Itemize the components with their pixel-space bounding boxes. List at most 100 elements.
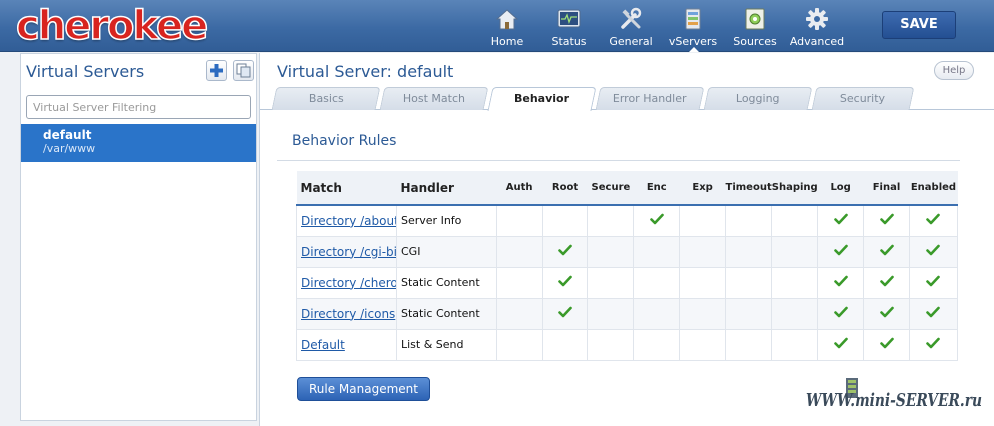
enabled-cell[interactable] <box>908 266 959 299</box>
server-list-item[interactable]: default /var/www <box>21 124 256 162</box>
root-cell <box>541 204 589 237</box>
log-cell[interactable] <box>817 204 865 237</box>
log-cell[interactable] <box>817 297 865 330</box>
shaping-cell <box>771 266 819 299</box>
table-row[interactable]: Default List & Send <box>296 328 959 361</box>
check-icon <box>879 337 894 349</box>
secure-cell <box>587 235 635 268</box>
handler-cell: Server Info <box>396 204 497 237</box>
auth-cell <box>495 297 543 330</box>
check-icon <box>926 213 941 225</box>
server-filter-input[interactable] <box>26 95 251 119</box>
final-cell[interactable] <box>863 235 910 268</box>
handler-cell: Static Content <box>396 297 497 330</box>
tab-behavior[interactable]: Behavior <box>487 87 597 111</box>
rule-match-link[interactable]: Directory /about <box>301 214 396 228</box>
check-icon <box>926 275 941 287</box>
nav-home[interactable]: Home <box>476 0 538 52</box>
enabled-cell[interactable] <box>908 204 959 237</box>
top-bar: cherokee Home Status General vServers So… <box>0 0 994 52</box>
cherokee-logo[interactable]: cherokee <box>15 3 209 49</box>
timeout-cell <box>725 204 773 237</box>
server-name: default <box>43 128 92 142</box>
server-path: /var/www <box>43 142 96 155</box>
status-monitor-icon <box>557 9 581 28</box>
check-icon <box>926 244 941 256</box>
tab-basics[interactable]: Basics <box>271 87 381 110</box>
nav-status[interactable]: Status <box>538 0 600 52</box>
check-icon <box>649 213 664 225</box>
auth-cell <box>495 266 543 299</box>
handler-cell: List & Send <box>396 328 497 361</box>
enabled-cell[interactable] <box>908 235 959 268</box>
clone-server-button[interactable] <box>233 60 254 81</box>
enabled-cell[interactable] <box>908 297 959 330</box>
table-row[interactable]: Directory /cherokee_themesStatic Content <box>296 266 959 299</box>
timeout-cell <box>725 235 773 268</box>
exp-cell <box>679 235 727 268</box>
exp-cell <box>679 204 727 237</box>
match-cell: Default <box>296 328 397 361</box>
tab-error-handler[interactable]: Error Handler <box>595 87 705 110</box>
enabled-cell[interactable] <box>908 328 959 361</box>
nav-general[interactable]: General <box>600 0 662 52</box>
add-server-button[interactable] <box>206 60 227 81</box>
column-header: Final <box>863 171 910 206</box>
rule-management-button[interactable]: Rule Management <box>297 377 430 401</box>
match-cell: Directory /cherokee_themes <box>296 266 397 299</box>
sources-icon <box>745 8 765 30</box>
timeout-cell <box>725 297 773 330</box>
table-row[interactable]: Directory /about Server Info <box>296 204 959 237</box>
sidebar-title: Virtual Servers <box>26 62 145 81</box>
behavior-rules-table: Match Handler Auth Root Secure Enc Exp T… <box>296 171 959 361</box>
column-header: Handler <box>396 171 497 206</box>
secure-cell <box>587 328 635 361</box>
tab-bar: Basics Host Match Behavior Error Handler… <box>260 87 994 111</box>
nav-vservers[interactable]: vServers <box>662 0 724 52</box>
final-cell[interactable] <box>863 204 910 237</box>
rule-match-link[interactable]: Default <box>301 338 345 352</box>
log-cell[interactable] <box>817 235 865 268</box>
check-icon <box>879 306 894 318</box>
check-icon <box>833 306 848 318</box>
exp-cell <box>679 328 727 361</box>
main-panel: Virtual Server: default Help Basics Host… <box>259 53 994 426</box>
tab-security[interactable]: Security <box>811 87 915 110</box>
help-button[interactable]: Help <box>934 61 974 80</box>
plus-icon <box>210 64 223 77</box>
tab-host-match[interactable]: Host Match <box>379 87 489 110</box>
rule-match-link[interactable]: Directory /cherokee_themes <box>301 276 396 290</box>
exp-cell <box>679 266 727 299</box>
home-icon <box>495 9 519 30</box>
tab-logging[interactable]: Logging <box>703 87 813 110</box>
table-row[interactable]: Directory /icons Static Content <box>296 297 959 330</box>
column-header: Match <box>296 171 397 206</box>
section-title: Behavior Rules <box>292 133 397 149</box>
check-icon <box>879 275 894 287</box>
shaping-cell <box>771 235 819 268</box>
rule-match-link[interactable]: Directory /cgi-bin <box>301 245 396 259</box>
match-cell: Directory /about <box>296 204 397 237</box>
final-cell[interactable] <box>863 297 910 330</box>
table-row[interactable]: Directory /cgi-bin CGI <box>296 235 959 268</box>
shaping-cell <box>771 204 819 237</box>
check-icon <box>833 213 848 225</box>
vservers-icon <box>685 8 701 30</box>
log-cell[interactable] <box>817 266 865 299</box>
nav-sources[interactable]: Sources <box>724 0 786 52</box>
check-icon <box>558 306 572 318</box>
shaping-cell <box>771 297 819 330</box>
site-watermark: WWW.mini-SERVER.ru <box>806 378 982 411</box>
auth-cell <box>495 204 543 237</box>
save-button[interactable]: SAVE <box>882 11 956 39</box>
column-header: Enabled <box>909 171 958 206</box>
final-cell[interactable] <box>863 266 910 299</box>
check-icon <box>833 244 848 256</box>
log-cell[interactable] <box>817 328 865 361</box>
column-header: Auth <box>496 171 543 206</box>
column-header: Root <box>542 171 588 206</box>
nav-advanced[interactable]: Advanced <box>786 0 848 52</box>
final-cell[interactable] <box>863 328 910 361</box>
enc-cell <box>633 328 681 361</box>
rule-match-link[interactable]: Directory /icons <box>301 307 395 321</box>
